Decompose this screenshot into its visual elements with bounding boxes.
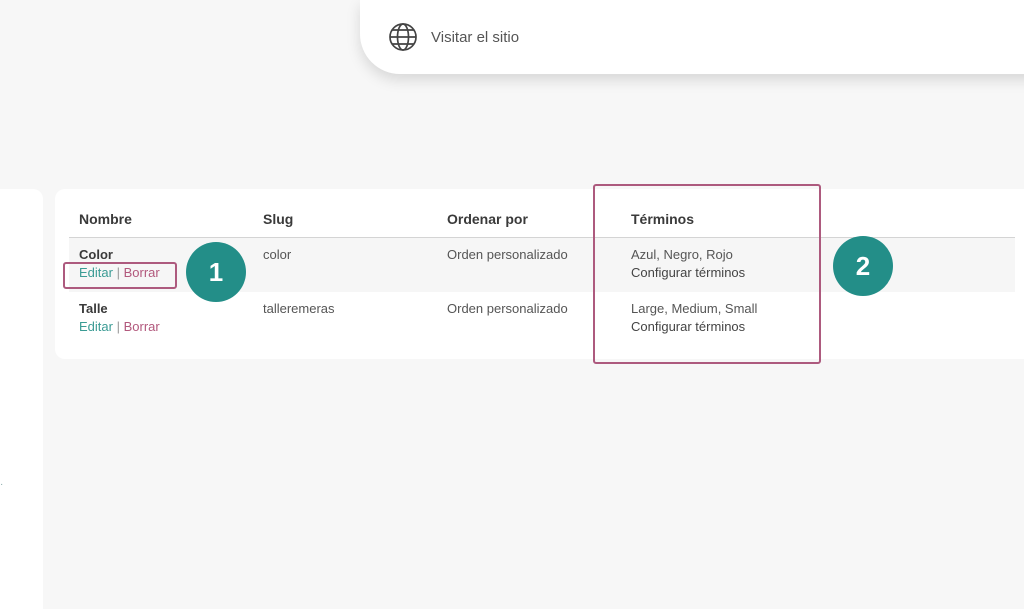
row-actions: Editar | Borrar [79, 318, 160, 336]
annotation-badge-2: 2 [833, 236, 893, 296]
left-panel-edge-mark: · [0, 479, 4, 490]
top-bar: Visitar el sitio [360, 0, 1024, 74]
header-nombre: Nombre [79, 211, 132, 227]
edit-link[interactable]: Editar [79, 319, 113, 334]
header-slug: Slug [263, 211, 294, 227]
row-slug: color [263, 247, 292, 262]
highlight-box-terms [593, 184, 821, 364]
delete-link[interactable]: Borrar [124, 319, 160, 334]
header-ordenar-por: Ordenar por [447, 211, 528, 227]
row-2-name-cell: Talle Editar | Borrar [79, 300, 160, 336]
visit-site-link[interactable]: Visitar el sitio [388, 22, 519, 52]
highlight-box-actions [63, 262, 177, 289]
action-separator: | [116, 319, 120, 334]
left-panel: · [0, 189, 43, 609]
row-order: Orden personalizado [447, 301, 568, 316]
row-order: Orden personalizado [447, 247, 568, 262]
row-slug: talleremeras [263, 301, 335, 316]
globe-icon [388, 22, 418, 52]
row-name: Talle [79, 301, 108, 316]
visit-site-label: Visitar el sitio [431, 28, 520, 46]
annotation-badge-1: 1 [186, 242, 246, 302]
